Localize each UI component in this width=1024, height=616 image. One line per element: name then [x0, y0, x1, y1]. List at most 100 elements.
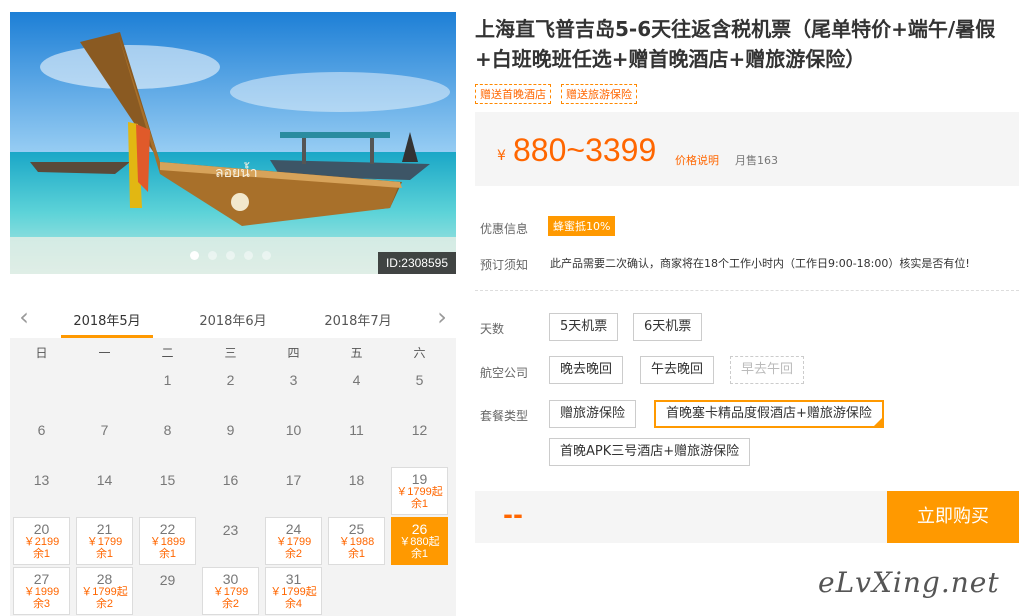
calendar-day: 9	[199, 416, 262, 466]
day-number: 17	[285, 472, 302, 488]
day-number: 2	[226, 372, 235, 388]
promo-label: 优惠信息	[480, 222, 529, 236]
day-number: 27	[33, 571, 50, 587]
day-number: 16	[222, 472, 239, 488]
calendar-day[interactable]: 24 ￥1799 余2	[265, 517, 322, 565]
option-days-6[interactable]: 6天机票	[633, 313, 703, 341]
calendar-day: 5	[388, 366, 451, 416]
day-number: 10	[285, 422, 302, 438]
calendar-day[interactable]: 19 ￥1799起 余1	[391, 467, 448, 515]
chevron-left-icon[interactable]: ‹	[12, 305, 36, 330]
weekday-label: 四	[287, 345, 300, 360]
carousel-dot[interactable]	[244, 251, 253, 260]
day-number: 30	[222, 571, 239, 587]
calendar-empty-cell	[10, 366, 73, 416]
calendar-day: 14	[73, 466, 136, 516]
day-remaining: 余1	[32, 548, 51, 560]
weekday-label: 五	[350, 345, 363, 360]
calendar-day: 7	[73, 416, 136, 466]
calendar-day[interactable]: 30 ￥1799 余2	[202, 567, 259, 615]
day-number: 23	[222, 522, 239, 538]
day-number: 3	[289, 372, 298, 388]
monthly-sold: 月售163	[735, 154, 778, 167]
gift-tags: 赠送首晚酒店 赠送旅游保险	[475, 84, 637, 104]
calendar-day: 6	[10, 416, 73, 466]
carousel-dot[interactable]	[226, 251, 235, 260]
price-calendar: ‹ 2018年5月 2018年6月 2018年7月 › 日 一 二 三 四 五 …	[10, 300, 456, 616]
day-remaining: 余2	[95, 598, 114, 610]
carousel-dot[interactable]	[190, 251, 199, 260]
carousel-dot[interactable]	[208, 251, 217, 260]
calendar-day[interactable]: 20 ￥2199 余1	[13, 517, 70, 565]
day-number: 5	[415, 372, 424, 388]
day-price: ￥2199	[23, 536, 60, 548]
weekday-label: 一	[98, 345, 111, 360]
calendar-day[interactable]: 22 ￥1899 余1	[139, 517, 196, 565]
weekday-label: 三	[224, 345, 237, 360]
day-number: 7	[100, 422, 109, 438]
day-number: 29	[159, 572, 176, 588]
option-airline-early-noon[interactable]: 早去午回	[730, 356, 805, 384]
day-price: ￥1799起	[270, 586, 317, 598]
weekday-label: 六	[413, 345, 426, 360]
day-number: 19	[411, 471, 428, 487]
day-price: ￥1799起	[396, 486, 443, 498]
divider	[475, 290, 1019, 291]
day-number: 18	[348, 472, 365, 488]
calendar-day: 3	[262, 366, 325, 416]
option-package-apk-hotel[interactable]: 首晚APK三号酒店+赠旅游保险	[549, 438, 751, 466]
calendar-day: 8	[136, 416, 199, 466]
day-number: 1	[163, 372, 172, 388]
day-number: 24	[285, 521, 302, 537]
day-number: 20	[33, 521, 50, 537]
option-package-insurance[interactable]: 赠旅游保险	[549, 400, 637, 428]
buy-now-button[interactable]: 立即购买	[887, 491, 1019, 543]
carousel-dots	[190, 251, 271, 260]
calendar-day: 2	[199, 366, 262, 416]
day-number: 4	[352, 372, 361, 388]
calendar-empty-cell	[73, 366, 136, 416]
option-airline-late-late[interactable]: 晚去晚回	[549, 356, 624, 384]
calendar-day[interactable]: 21 ￥1799 余1	[76, 517, 133, 565]
day-remaining: 余1	[95, 548, 114, 560]
day-remaining: 余3	[32, 598, 51, 610]
booking-notice: 此产品需要二次确认，商家将在18个工作小时内（工作日9:00-18:00）核实是…	[550, 257, 970, 270]
option-days-5[interactable]: 5天机票	[549, 313, 619, 341]
calendar-day[interactable]: 28 ￥1799起 余2	[76, 567, 133, 615]
day-number: 9	[226, 422, 235, 438]
day-price: ￥880起	[399, 536, 440, 548]
day-number: 22	[159, 521, 176, 537]
option-airline-noon-late[interactable]: 午去晚回	[640, 356, 715, 384]
day-price: ￥1799起	[81, 586, 128, 598]
package-label: 套餐类型	[480, 409, 529, 423]
carousel-dot[interactable]	[262, 251, 271, 260]
calendar-day[interactable]: 26 ￥880起 余1	[391, 517, 448, 565]
day-price: ￥1799	[275, 536, 312, 548]
calendar-day[interactable]: 25 ￥1988 余1	[328, 517, 385, 565]
month-tab[interactable]: 2018年6月	[187, 310, 279, 329]
day-number: 13	[33, 472, 50, 488]
price-explain-link[interactable]: 价格说明	[675, 152, 719, 168]
product-photo[interactable]: ลอยน้ำ ID:2308595	[10, 12, 456, 274]
calendar-day: 12	[388, 416, 451, 466]
weekday-label: 日	[35, 345, 48, 360]
calendar-day: 29	[136, 566, 199, 616]
month-tab[interactable]: 2018年7月	[312, 310, 404, 329]
day-price: ￥1899	[149, 536, 186, 548]
day-number: 31	[285, 571, 302, 587]
calendar-day[interactable]: 31 ￥1799起 余4	[265, 567, 322, 615]
currency-symbol: ¥	[497, 148, 506, 164]
day-remaining: 余1	[347, 548, 366, 560]
month-tab[interactable]: 2018年5月	[61, 310, 153, 338]
calendar-day: 13	[10, 466, 73, 516]
day-number: 26	[411, 521, 428, 537]
price-range: 880~3399	[513, 132, 657, 168]
chevron-right-icon[interactable]: ›	[430, 305, 454, 330]
calendar-day: 16	[199, 466, 262, 516]
day-remaining: 余2	[284, 548, 303, 560]
day-number: 21	[96, 521, 113, 537]
notice-label: 预订须知	[480, 258, 529, 272]
calendar-day: 1	[136, 366, 199, 416]
calendar-day[interactable]: 27 ￥1999 余3	[13, 567, 70, 615]
option-package-sekar-hotel[interactable]: 首晚塞卡精品度假酒店+赠旅游保险	[654, 400, 884, 428]
